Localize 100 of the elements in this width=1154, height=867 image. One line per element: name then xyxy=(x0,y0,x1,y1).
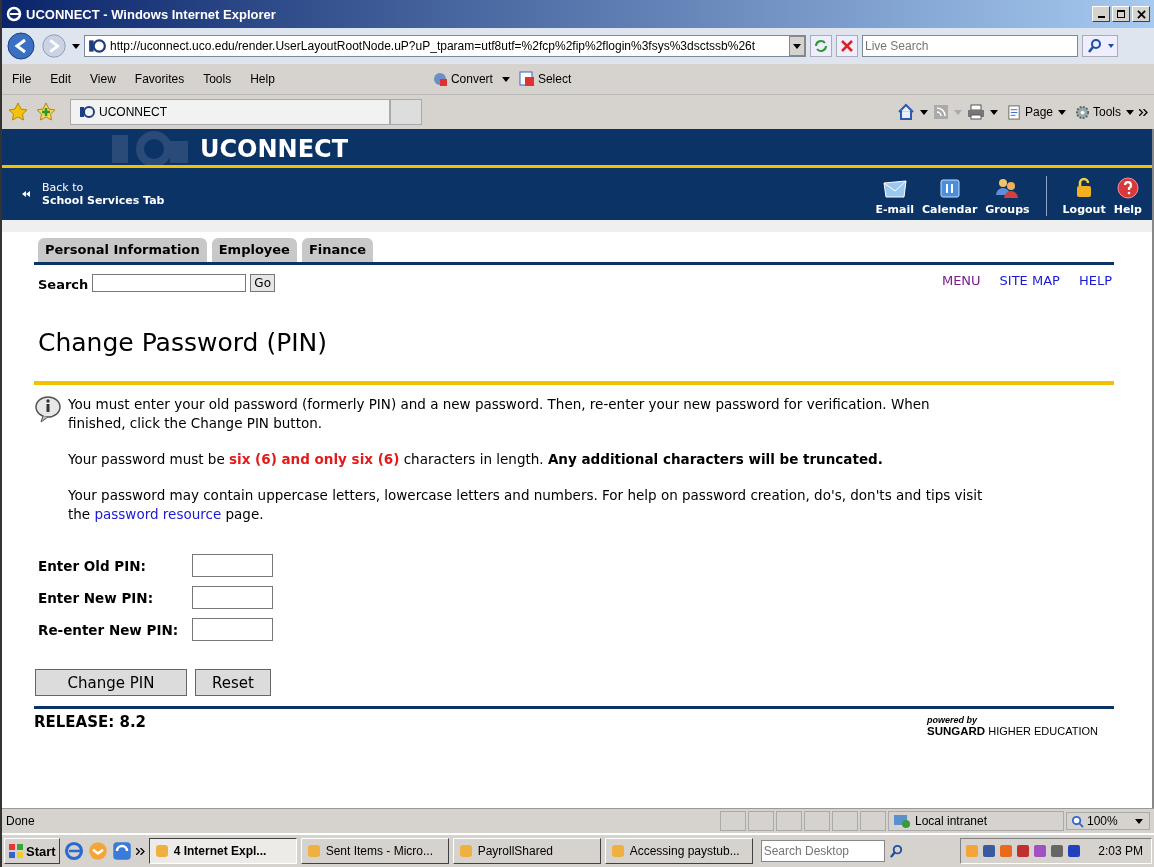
taskbar-button[interactable]: Sent Items - Micro... xyxy=(300,838,449,864)
help-icon[interactable] xyxy=(1116,177,1139,199)
status-panel xyxy=(720,811,746,831)
caret-icon[interactable] xyxy=(919,109,928,115)
status-panel xyxy=(804,811,830,831)
star-icon[interactable] xyxy=(8,102,28,122)
clock: 2:03 PM xyxy=(1098,844,1143,858)
tray-icon[interactable] xyxy=(1016,844,1031,858)
browser-logo-icon xyxy=(6,6,22,22)
menu-item[interactable]: Tools xyxy=(203,72,232,86)
convert-button[interactable]: Convert xyxy=(431,71,493,87)
search-field[interactable] xyxy=(92,273,247,292)
nav-link[interactable]: MENU xyxy=(941,273,981,288)
browser-logo-icon[interactable] xyxy=(63,841,84,861)
zoom-control[interactable]: 100% xyxy=(1066,812,1150,830)
taskbar-button[interactable]: 4 Internet Expl... xyxy=(148,838,297,864)
reset-button[interactable]: Reset xyxy=(195,669,271,696)
tray-icon[interactable] xyxy=(1067,844,1082,858)
tab[interactable]: Employee xyxy=(211,238,297,262)
select-button[interactable]: Select xyxy=(518,71,572,87)
desktop-search-field[interactable]: Search Desktop xyxy=(760,840,885,862)
minimize-button[interactable] xyxy=(1092,6,1110,22)
envelope-icon[interactable] xyxy=(882,179,907,199)
tray-icon[interactable] xyxy=(982,844,997,858)
home-icon[interactable] xyxy=(896,103,915,121)
caret-icon[interactable] xyxy=(1058,109,1066,115)
caret-icon[interactable] xyxy=(72,43,80,49)
tray-icon[interactable] xyxy=(1033,844,1048,858)
pin-field[interactable] xyxy=(192,554,273,577)
status-text: Done xyxy=(6,814,36,828)
calendar-icon[interactable] xyxy=(938,177,961,199)
back-button[interactable] xyxy=(6,31,36,61)
search-field[interactable]: Live Search xyxy=(862,35,1078,57)
nav-link[interactable]: SITE MAP xyxy=(999,273,1060,288)
nav-link[interactable]: Groups xyxy=(983,177,1032,216)
caret-icon[interactable] xyxy=(1126,109,1134,115)
address-field[interactable]: http://uconnect.uco.edu/render.UserLayoutRootNode.uP?uP_tparam=utf8utf=%2fcp%2fip%2flogin%3fsys%3dsctssb%26t xyxy=(84,35,806,57)
tools-menu[interactable]: Tools xyxy=(1075,104,1121,120)
page-icon[interactable] xyxy=(1006,104,1022,120)
menu-item[interactable]: File xyxy=(12,72,32,86)
nav-link[interactable]: Logout xyxy=(1060,177,1108,216)
nav-link[interactable]: HELP xyxy=(1078,273,1112,288)
nav-link[interactable]: Calendar xyxy=(920,177,980,216)
status-panel xyxy=(776,811,802,831)
caret-icon[interactable] xyxy=(989,109,998,115)
browser-tab[interactable]: UCONNECT xyxy=(70,99,390,125)
caret-icon[interactable] xyxy=(501,76,510,82)
chevron-icon[interactable] xyxy=(1139,108,1148,116)
menu-item[interactable]: Help xyxy=(250,72,275,86)
convert-icon[interactable] xyxy=(431,71,448,87)
caret-icon[interactable] xyxy=(1135,818,1143,824)
page-menu[interactable]: Page xyxy=(1006,104,1053,120)
select-icon[interactable] xyxy=(518,71,535,87)
nav-link[interactable]: Help xyxy=(1111,177,1144,216)
menu-item[interactable]: Favorites xyxy=(134,72,185,86)
menu-item[interactable]: Edit xyxy=(50,72,72,86)
powered-by-text: powered by xyxy=(927,715,978,725)
app-icon[interactable] xyxy=(111,841,132,861)
close-icon[interactable] xyxy=(1136,9,1146,19)
gear-icon[interactable] xyxy=(1075,104,1090,120)
stop-icon[interactable] xyxy=(836,35,858,57)
magnifier-icon[interactable] xyxy=(1071,814,1084,828)
status-panel xyxy=(832,811,858,831)
chevron-icon[interactable] xyxy=(135,847,145,855)
info-icon xyxy=(34,395,62,423)
caret-icon[interactable] xyxy=(793,43,801,49)
info-text: Your password must be six (6) and only six (6) characters in length. Any additional characters will be truncated. xyxy=(68,450,884,469)
refresh-icon[interactable] xyxy=(810,35,832,57)
menu-item[interactable]: View xyxy=(90,72,116,86)
go-button[interactable]: Go xyxy=(250,273,275,292)
info-text: You must enter your old password (formerly PIN) and a new password. Then, re-enter your new password for verification. When finished, click the Change PIN button. xyxy=(68,395,931,433)
site-icon xyxy=(88,38,106,54)
password-resource-link[interactable]: password resource xyxy=(94,506,222,522)
taskbar-button[interactable]: PayrollShared xyxy=(452,838,601,864)
tab[interactable]: Finance xyxy=(301,238,374,262)
close-button[interactable] xyxy=(1132,6,1150,22)
print-icon[interactable] xyxy=(966,104,985,120)
tab[interactable]: Personal Information xyxy=(38,238,207,262)
search-icon[interactable] xyxy=(1082,35,1118,57)
change-pin-button[interactable]: Change PIN xyxy=(35,669,187,696)
taskbar-button[interactable]: Accessing paystub... xyxy=(604,838,753,864)
tray-icon[interactable] xyxy=(1050,844,1065,858)
nav-link[interactable]: E-mail xyxy=(873,179,917,216)
people-icon[interactable] xyxy=(994,177,1021,199)
field-label: Re-enter New PIN: xyxy=(38,621,180,638)
restore-button[interactable] xyxy=(1112,6,1130,22)
pin-field[interactable] xyxy=(192,618,273,641)
add-favorite-icon[interactable] xyxy=(36,102,56,122)
field-label: Enter New PIN: xyxy=(38,589,155,606)
back-arrows-icon[interactable] xyxy=(22,191,30,197)
status-panel xyxy=(748,811,774,831)
dropdown-button[interactable] xyxy=(789,36,805,56)
site-icon xyxy=(79,105,95,119)
windows-logo-icon[interactable] xyxy=(8,843,24,859)
search-icon[interactable] xyxy=(888,843,904,859)
computer-icon xyxy=(893,813,911,829)
back-link[interactable]: Back to School Services Tab xyxy=(42,181,165,207)
release-label: RELEASE: 8.2 xyxy=(34,713,147,733)
pin-field[interactable] xyxy=(192,586,273,609)
start-button[interactable]: Start xyxy=(4,838,60,864)
